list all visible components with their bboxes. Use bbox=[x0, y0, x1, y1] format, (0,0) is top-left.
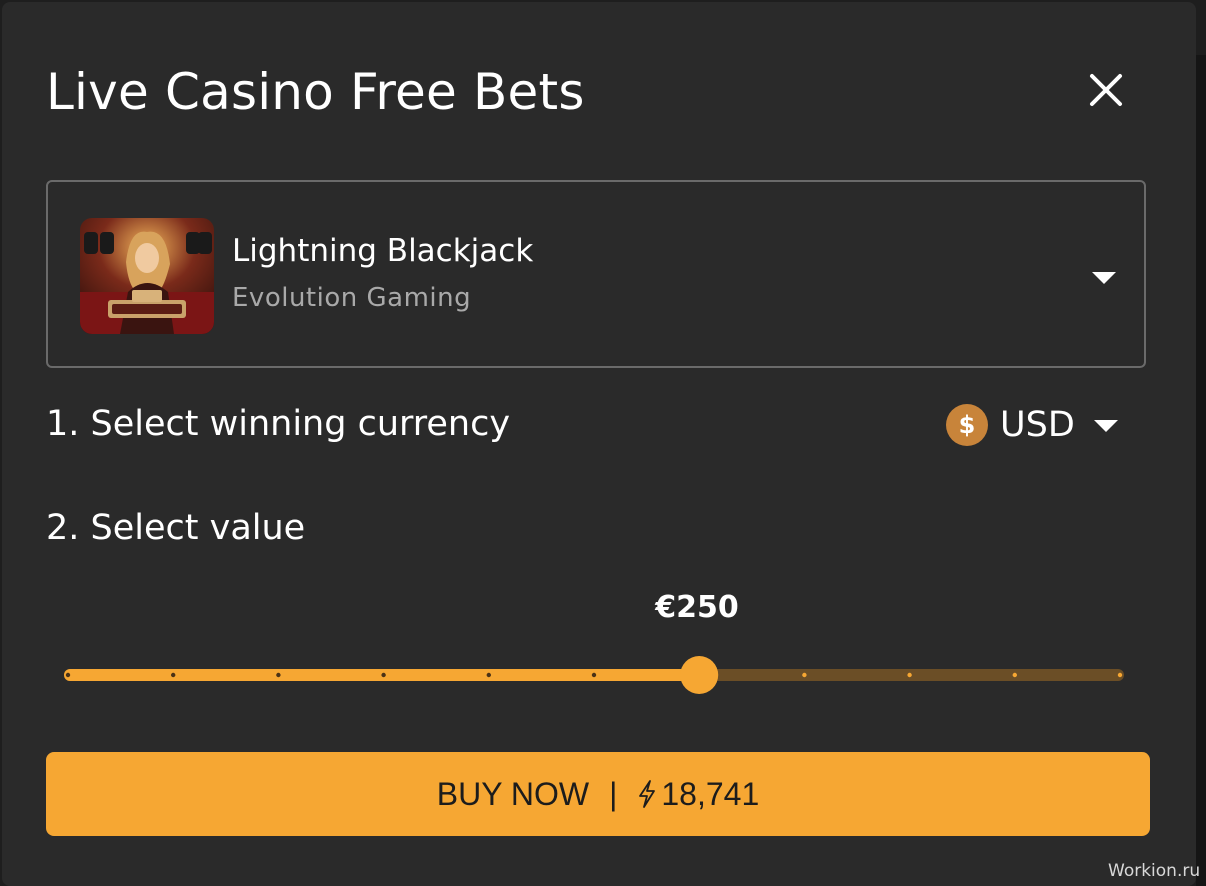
game-select-dropdown[interactable]: Lightning Blackjack Evolution Gaming bbox=[46, 180, 1146, 368]
slider-tick bbox=[486, 672, 491, 678]
currency-code: USD bbox=[1000, 405, 1075, 445]
slider-tick bbox=[1117, 672, 1123, 678]
slider-tick bbox=[591, 672, 597, 678]
value-slider[interactable] bbox=[64, 652, 1124, 698]
chevron-down-icon bbox=[1094, 420, 1118, 432]
slider-value-label: €250 bbox=[655, 590, 739, 625]
buy-now-button[interactable]: BUY NOW | 18,741 bbox=[46, 752, 1150, 836]
game-thumbnail bbox=[80, 218, 214, 334]
close-icon bbox=[1090, 74, 1122, 106]
free-bets-dialog: Live Casino Free Bets Lightning Blackjac… bbox=[2, 2, 1196, 886]
slider-tick bbox=[802, 672, 807, 678]
step-currency-label: 1. Select winning currency bbox=[46, 404, 511, 444]
slider-tick bbox=[907, 672, 912, 678]
game-provider: Evolution Gaming bbox=[232, 283, 472, 313]
chevron-down-icon bbox=[1092, 272, 1116, 284]
slider-tick bbox=[171, 672, 176, 678]
slider-thumb[interactable] bbox=[680, 656, 719, 694]
backdrop-edge bbox=[1196, 55, 1206, 886]
slider-tick bbox=[276, 672, 281, 678]
lightning-icon bbox=[639, 780, 656, 808]
buy-separator: | bbox=[609, 775, 618, 812]
slider-tick bbox=[65, 672, 71, 678]
slider-tick bbox=[1012, 672, 1017, 678]
close-button[interactable] bbox=[1082, 68, 1132, 118]
slider-tick bbox=[381, 672, 386, 678]
dialog-title: Live Casino Free Bets bbox=[46, 63, 585, 121]
buy-price: 18,741 bbox=[661, 775, 760, 812]
game-name: Lightning Blackjack bbox=[232, 233, 534, 269]
buy-now-label: BUY NOW bbox=[436, 775, 590, 812]
step-value-label: 2. Select value bbox=[46, 508, 306, 548]
watermark: Workion.ru bbox=[1108, 861, 1201, 881]
dollar-coin-icon: $ bbox=[946, 404, 988, 446]
currency-dropdown[interactable]: $ USD bbox=[946, 402, 1122, 448]
